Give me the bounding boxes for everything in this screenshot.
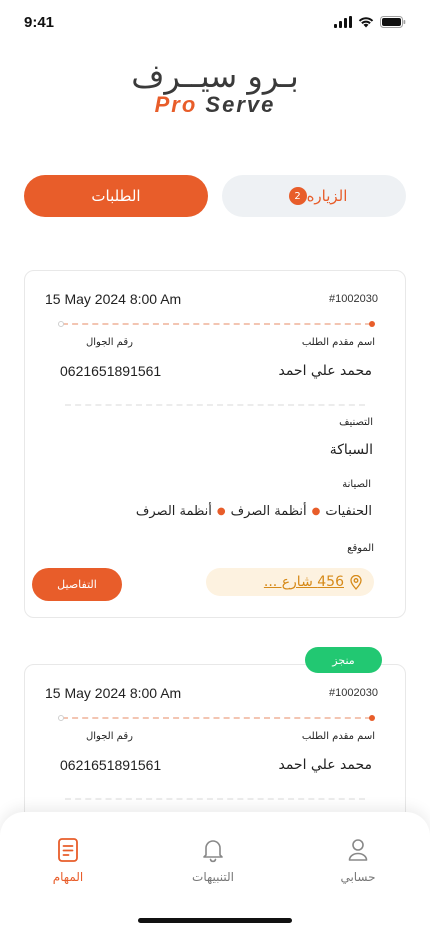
app-logo: بـرو سيــرف Pro Serve — [0, 58, 430, 118]
nav-tasks-label: المهام — [52, 870, 84, 884]
tab-orders[interactable]: الطلبات — [24, 175, 208, 217]
nav-notifications[interactable]: التنبيهات — [173, 836, 253, 884]
location-label: الموقع — [347, 543, 374, 554]
bell-icon — [203, 840, 223, 863]
order-card[interactable]: منجز 15 May 2024 8:00 Am #1002030 اسم مق… — [24, 647, 406, 834]
phone-label: رقم الجوال — [86, 337, 133, 348]
maintenance-list: الحنفيات ● أنظمة الصرف ● أنظمة الصرف — [136, 504, 372, 519]
status-time: 9:41 — [24, 14, 55, 31]
applicant-name: محمد علي احمد — [278, 363, 372, 379]
tab-orders-label: الطلبات — [91, 187, 141, 205]
order-date: 15 May 2024 8:00 Am — [45, 291, 182, 307]
applicant-label: اسم مقدم الطلب — [301, 731, 375, 742]
applicant-label: اسم مقدم الطلب — [301, 337, 375, 348]
applicant-name: محمد علي احمد — [278, 757, 372, 773]
category-label: التصنيف — [339, 417, 373, 428]
card-divider — [65, 798, 365, 800]
phone-label: رقم الجوال — [86, 731, 133, 742]
category-value: السباكة — [329, 442, 373, 458]
status-badge: منجز — [305, 647, 382, 673]
card-divider — [65, 404, 365, 406]
tab-visit-badge: 2 — [288, 187, 307, 205]
maintenance-item: الحنفيات — [325, 504, 372, 519]
logo-english: Pro Serve — [0, 92, 430, 118]
battery-icon — [380, 16, 406, 28]
order-id: #1002030 — [329, 687, 378, 699]
nav-account[interactable]: حسابي — [318, 836, 398, 884]
nav-account-label: حسابي — [340, 870, 376, 884]
bottom-nav: المهام التنبيهات حسابي — [0, 812, 430, 932]
order-id: #1002030 — [329, 293, 378, 305]
separator-dot: ● — [216, 506, 226, 517]
nav-notifications-label: التنبيهات — [192, 870, 234, 884]
logo-arabic-part2: سيــرف — [131, 57, 238, 95]
maintenance-item: أنظمة الصرف — [230, 504, 307, 519]
order-progress — [58, 715, 375, 721]
location-pin-icon — [350, 574, 362, 590]
signal-icon — [334, 16, 352, 28]
order-card[interactable]: 15 May 2024 8:00 Am #1002030 اسم مقدم ال… — [24, 270, 406, 618]
maintenance-label: الصيانة — [342, 479, 371, 490]
logo-arabic-part1: بـرو — [247, 57, 299, 95]
logo-english-pro: Pro — [154, 92, 198, 117]
status-icons — [334, 16, 406, 28]
phone-number: 0621651891561 — [60, 363, 162, 379]
tasks-icon — [58, 838, 78, 862]
tab-visit[interactable]: 2 الزياره — [222, 175, 406, 217]
order-progress — [58, 321, 375, 327]
logo-english-serve: Serve — [205, 92, 276, 117]
home-indicator — [138, 918, 292, 923]
wifi-icon — [358, 17, 374, 28]
location-text: 456 شارع ... — [263, 574, 344, 590]
order-date: 15 May 2024 8:00 Am — [45, 685, 182, 701]
details-button[interactable]: التفاصيل — [32, 568, 122, 601]
tab-bar: الطلبات 2 الزياره — [24, 175, 406, 217]
nav-tasks[interactable]: المهام — [28, 836, 108, 884]
status-bar: 9:41 — [0, 0, 430, 46]
maintenance-item: أنظمة الصرف — [135, 504, 212, 519]
logo-arabic: بـرو سيــرف — [0, 58, 430, 94]
separator-dot: ● — [311, 506, 321, 517]
tab-visit-label: الزياره — [306, 187, 348, 205]
user-icon — [348, 839, 368, 861]
location-link[interactable]: 456 شارع ... — [206, 568, 374, 596]
phone-number: 0621651891561 — [60, 757, 162, 773]
